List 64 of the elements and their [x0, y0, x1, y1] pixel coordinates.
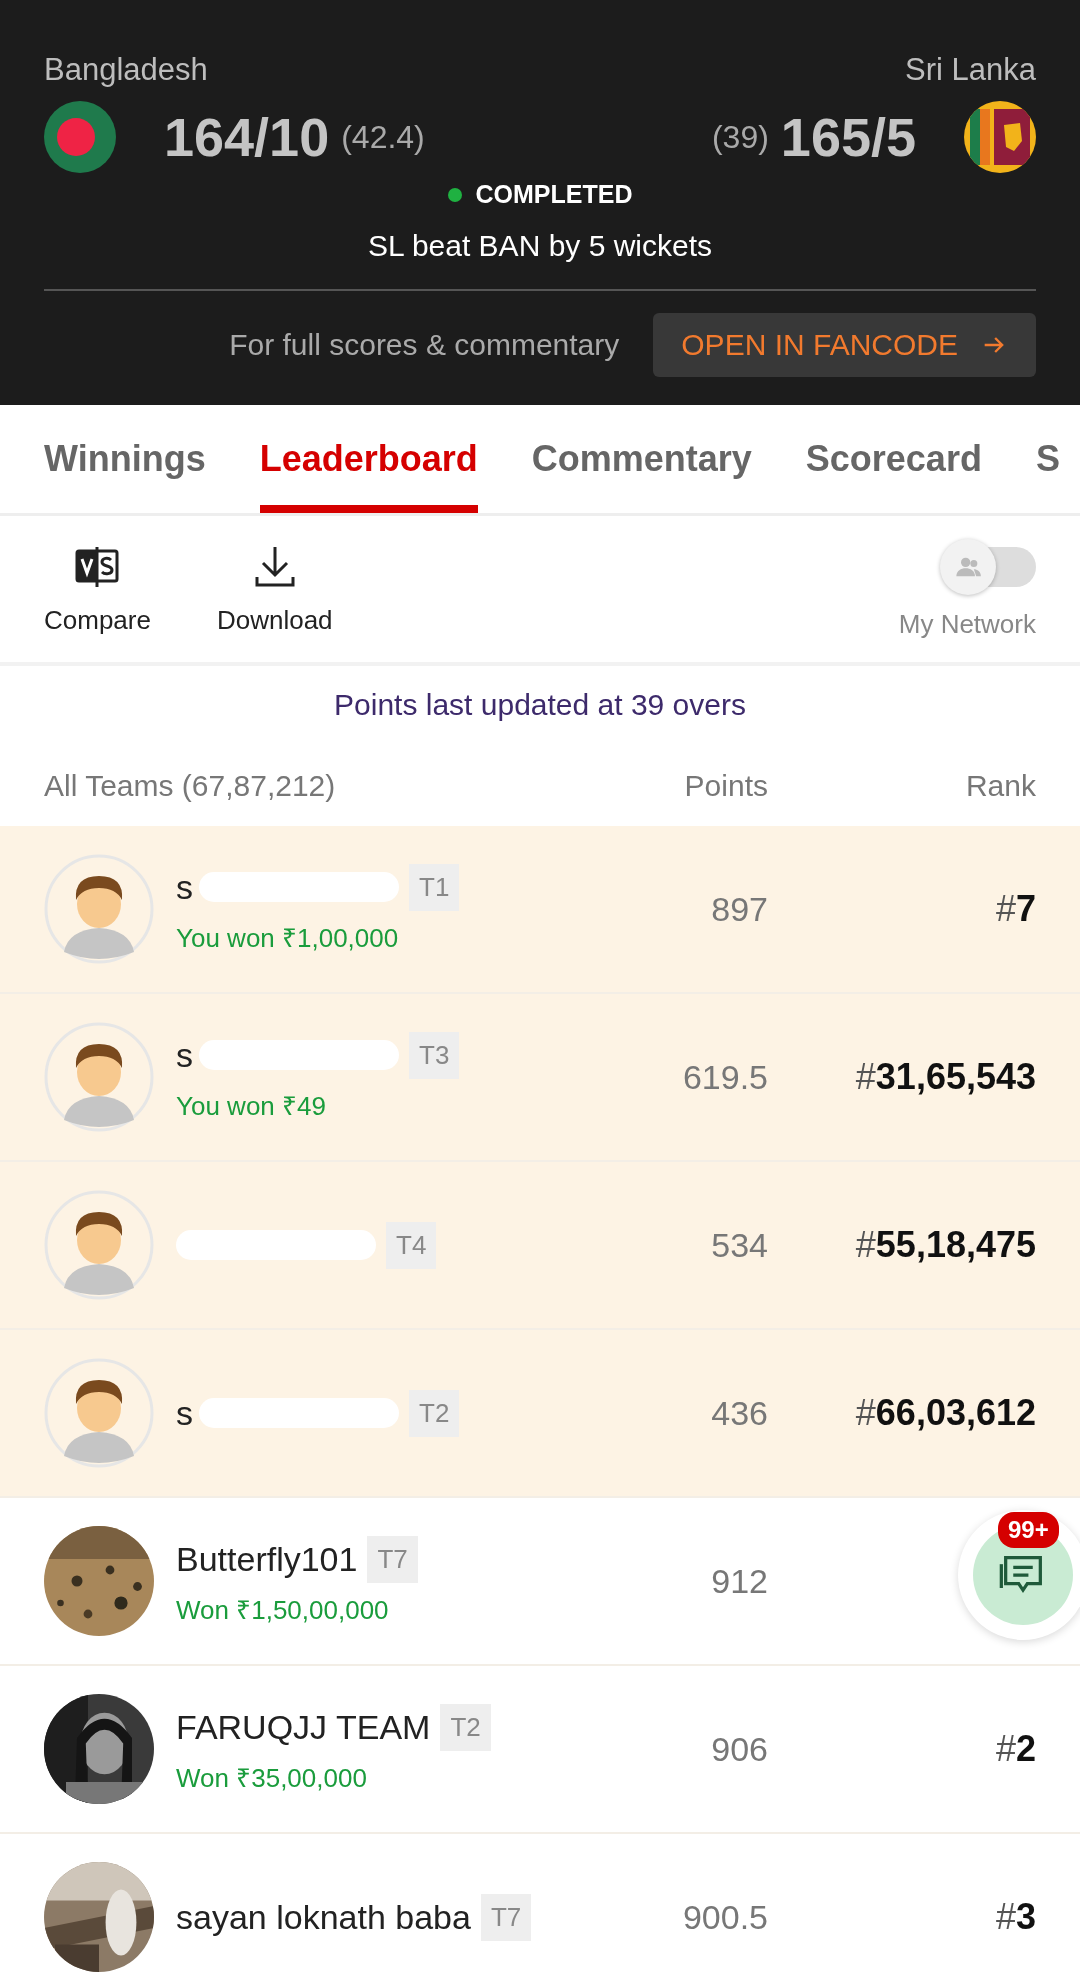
column-header: Points: [683, 769, 768, 803]
tab[interactable]: S: [1035, 413, 1060, 513]
network-label: My Network: [898, 608, 1036, 640]
match-result: SL beat BAN by 5 wickets: [44, 229, 1036, 291]
highlighted-row[interactable]: s T3 You won ₹49 619.5 #31,65,543: [0, 994, 1080, 1162]
rank-value: #2: [994, 1728, 1036, 1770]
tab[interactable]: Leaderboard: [259, 413, 478, 513]
highlighted-row[interactable]: T4 534 #55,18,475: [0, 1162, 1080, 1330]
winnings-text: Won ₹35,00,000: [176, 1761, 368, 1795]
points-update-note: Points last updated at 39 overs: [333, 687, 747, 723]
points-value: 534: [710, 1225, 768, 1265]
notification-badge: 99+: [998, 1512, 1059, 1548]
chat-button[interactable]: 99+: [958, 1510, 1080, 1640]
team-tag: T2: [409, 1389, 460, 1437]
points-value: 619.5: [681, 1057, 768, 1097]
column-header: Rank: [964, 769, 1036, 803]
match-status: COMPLETED: [475, 180, 633, 209]
team-owner-name: Butterfly101: [176, 1539, 358, 1579]
avatar-icon: [44, 1358, 154, 1468]
team-owner-name: s: [176, 1393, 193, 1433]
team-tag: T2: [440, 1703, 491, 1751]
points-value: 906: [710, 1729, 768, 1769]
team-tag: T7: [480, 1893, 532, 1941]
tab[interactable]: Scorecard: [805, 413, 982, 513]
team-tag: T3: [409, 1031, 460, 1079]
team-owner-name: sayan loknath baba: [176, 1897, 471, 1937]
team-owner-name: FARUQJJ TEAM: [176, 1707, 431, 1747]
team-owner-name: s: [176, 1035, 193, 1075]
avatar-icon: [44, 1022, 154, 1132]
overs-count: (42.4): [341, 118, 425, 156]
team-score: 164/10: [164, 106, 330, 168]
points-value: 897: [710, 889, 768, 929]
rank-value: #3: [994, 1896, 1036, 1938]
winnings-text: You won ₹49: [176, 1089, 327, 1123]
compare-button[interactable]: Compare: [44, 542, 151, 636]
rank-value: #55,18,475: [854, 1224, 1036, 1266]
highlighted-row[interactable]: s T2 436 #66,03,612: [0, 1330, 1080, 1498]
download-button[interactable]: Download: [216, 542, 333, 636]
network-toggle[interactable]: [940, 538, 1036, 595]
rank-value: #66,03,612: [854, 1392, 1036, 1434]
open-fancode-button[interactable]: OPEN IN FANCODE: [653, 313, 1036, 377]
team-score: 165/5: [780, 106, 916, 168]
rank-value: #7: [994, 888, 1036, 930]
team-tag: T7: [367, 1535, 418, 1583]
points-value: 436: [710, 1393, 768, 1433]
team-tag: T1: [409, 863, 460, 911]
team-name: Bangladesh: [44, 52, 208, 88]
avatar-icon: [44, 854, 154, 964]
winnings-text: You won ₹1,00,000: [176, 921, 400, 955]
column-header: All Teams (67,87,212): [44, 769, 337, 803]
team-owner-name: s: [176, 867, 193, 907]
points-value: 900.5: [681, 1897, 768, 1937]
cta-text: For full scores & commentary: [229, 328, 620, 362]
avatar-icon: [44, 1190, 154, 1300]
team-name: Sri Lanka: [905, 52, 1036, 88]
rank-value: #31,65,543: [854, 1056, 1036, 1098]
points-value: 912: [710, 1561, 768, 1601]
highlighted-row[interactable]: s T1 You won ₹1,00,000 897 #7: [0, 826, 1080, 994]
status-dot: [447, 187, 462, 202]
tab[interactable]: Winnings: [44, 413, 206, 513]
team-tag: T4: [386, 1221, 437, 1269]
overs-count: (39): [711, 118, 769, 156]
winnings-text: Won ₹1,50,00,000: [176, 1593, 390, 1627]
tab[interactable]: Commentary: [531, 413, 752, 513]
